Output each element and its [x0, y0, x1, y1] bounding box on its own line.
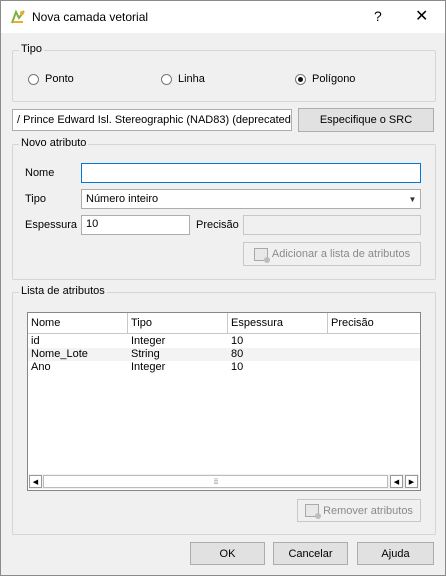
remove-attributes-button[interactable]: Remover atributos — [297, 499, 421, 522]
table-row[interactable]: Ano Integer 10 — [28, 361, 420, 374]
radio-linha-indicator[interactable] — [161, 73, 172, 85]
attributes-table: Nome Tipo Espessura Precisão id Integer … — [27, 312, 421, 491]
add-attribute-label: Adicionar a lista de atributos — [271, 248, 411, 260]
tipo-label: Tipo — [25, 193, 46, 205]
radio-linha[interactable]: Linha — [161, 73, 205, 85]
help-icon[interactable]: ? — [374, 8, 382, 24]
radio-poligono-indicator[interactable] — [295, 73, 306, 85]
column-header-espessura[interactable]: Espessura — [228, 313, 328, 334]
espessura-input[interactable]: 10 — [81, 215, 190, 235]
scroll-right-icon[interactable]: ▶ — [405, 475, 418, 488]
radio-ponto-indicator[interactable] — [28, 73, 39, 85]
table-header: Nome Tipo Espessura Precisão — [28, 313, 420, 334]
add-attribute-button[interactable]: Adicionar a lista de atributos — [243, 242, 421, 266]
column-header-precisao[interactable]: Precisão — [328, 313, 420, 334]
remove-attributes-label: Remover atributos — [323, 504, 413, 517]
lista-atributos-label: Lista de atributos — [19, 285, 107, 297]
help-button[interactable]: Ajuda — [357, 542, 434, 565]
tipo-select[interactable]: Número inteiro ▼ — [81, 189, 421, 209]
qgis-new-layer-icon — [11, 9, 25, 24]
tipo-select-value: Número inteiro — [86, 193, 159, 205]
cell-tipo: Integer — [131, 335, 166, 347]
radio-poligono[interactable]: Polígono — [295, 73, 355, 85]
horizontal-scrollbar[interactable]: ◀ ⁞⁞⁞⁞ ◀ ▶ — [29, 474, 419, 489]
scroll-left-end-icon[interactable]: ◀ — [390, 475, 403, 488]
precisao-input[interactable] — [243, 215, 421, 235]
precisao-label: Precisão — [196, 219, 239, 231]
dialog-window: Nova camada vetorial ? ✕ Tipo Ponto Linh… — [0, 0, 446, 576]
remove-attribute-icon — [305, 504, 322, 519]
cell-nome: Nome_Lote — [31, 348, 88, 360]
cell-nome: Ano — [31, 361, 51, 373]
nome-input[interactable] — [81, 163, 421, 183]
cell-espessura: 10 — [231, 335, 244, 347]
column-header-nome[interactable]: Nome — [28, 313, 128, 334]
nome-label: Nome — [25, 167, 55, 179]
crs-field[interactable]: / Prince Edward Isl. Stereographic (NAD8… — [12, 109, 292, 131]
novo-atributo-label: Novo atributo — [19, 137, 89, 149]
cell-nome: id — [31, 335, 40, 347]
add-attribute-icon — [253, 247, 270, 263]
cell-tipo: String — [131, 348, 160, 360]
cell-espessura: 10 — [231, 361, 244, 373]
scroll-left-icon[interactable]: ◀ — [29, 475, 42, 488]
title-bar: Nova camada vetorial ? ✕ — [1, 1, 445, 33]
cell-espessura: 80 — [231, 348, 244, 360]
column-header-tipo[interactable]: Tipo — [128, 313, 228, 334]
espessura-label: Espessura — [25, 219, 77, 231]
chevron-down-icon[interactable]: ▼ — [405, 190, 420, 208]
close-icon[interactable]: ✕ — [415, 6, 428, 26]
window-title: Nova camada vetorial — [32, 10, 149, 24]
grip-icon: ⁞⁞⁞⁞ — [213, 479, 219, 486]
radio-poligono-label: Polígono — [312, 73, 356, 85]
cancel-button[interactable]: Cancelar — [273, 542, 348, 565]
radio-ponto-label: Ponto — [45, 73, 74, 85]
tipo-group: Tipo — [12, 43, 436, 102]
tipo-group-label: Tipo — [19, 43, 44, 55]
radio-ponto[interactable]: Ponto — [28, 73, 74, 85]
specify-crs-button[interactable]: Especifique o SRC — [298, 108, 434, 132]
table-row[interactable]: Nome_Lote String 80 — [28, 348, 420, 361]
scrollbar-thumb[interactable]: ⁞⁞⁞⁞ — [43, 475, 388, 488]
ok-button[interactable]: OK — [190, 542, 265, 565]
table-row[interactable]: id Integer 10 — [28, 335, 420, 348]
cell-tipo: Integer — [131, 361, 166, 373]
radio-linha-label: Linha — [178, 73, 205, 85]
